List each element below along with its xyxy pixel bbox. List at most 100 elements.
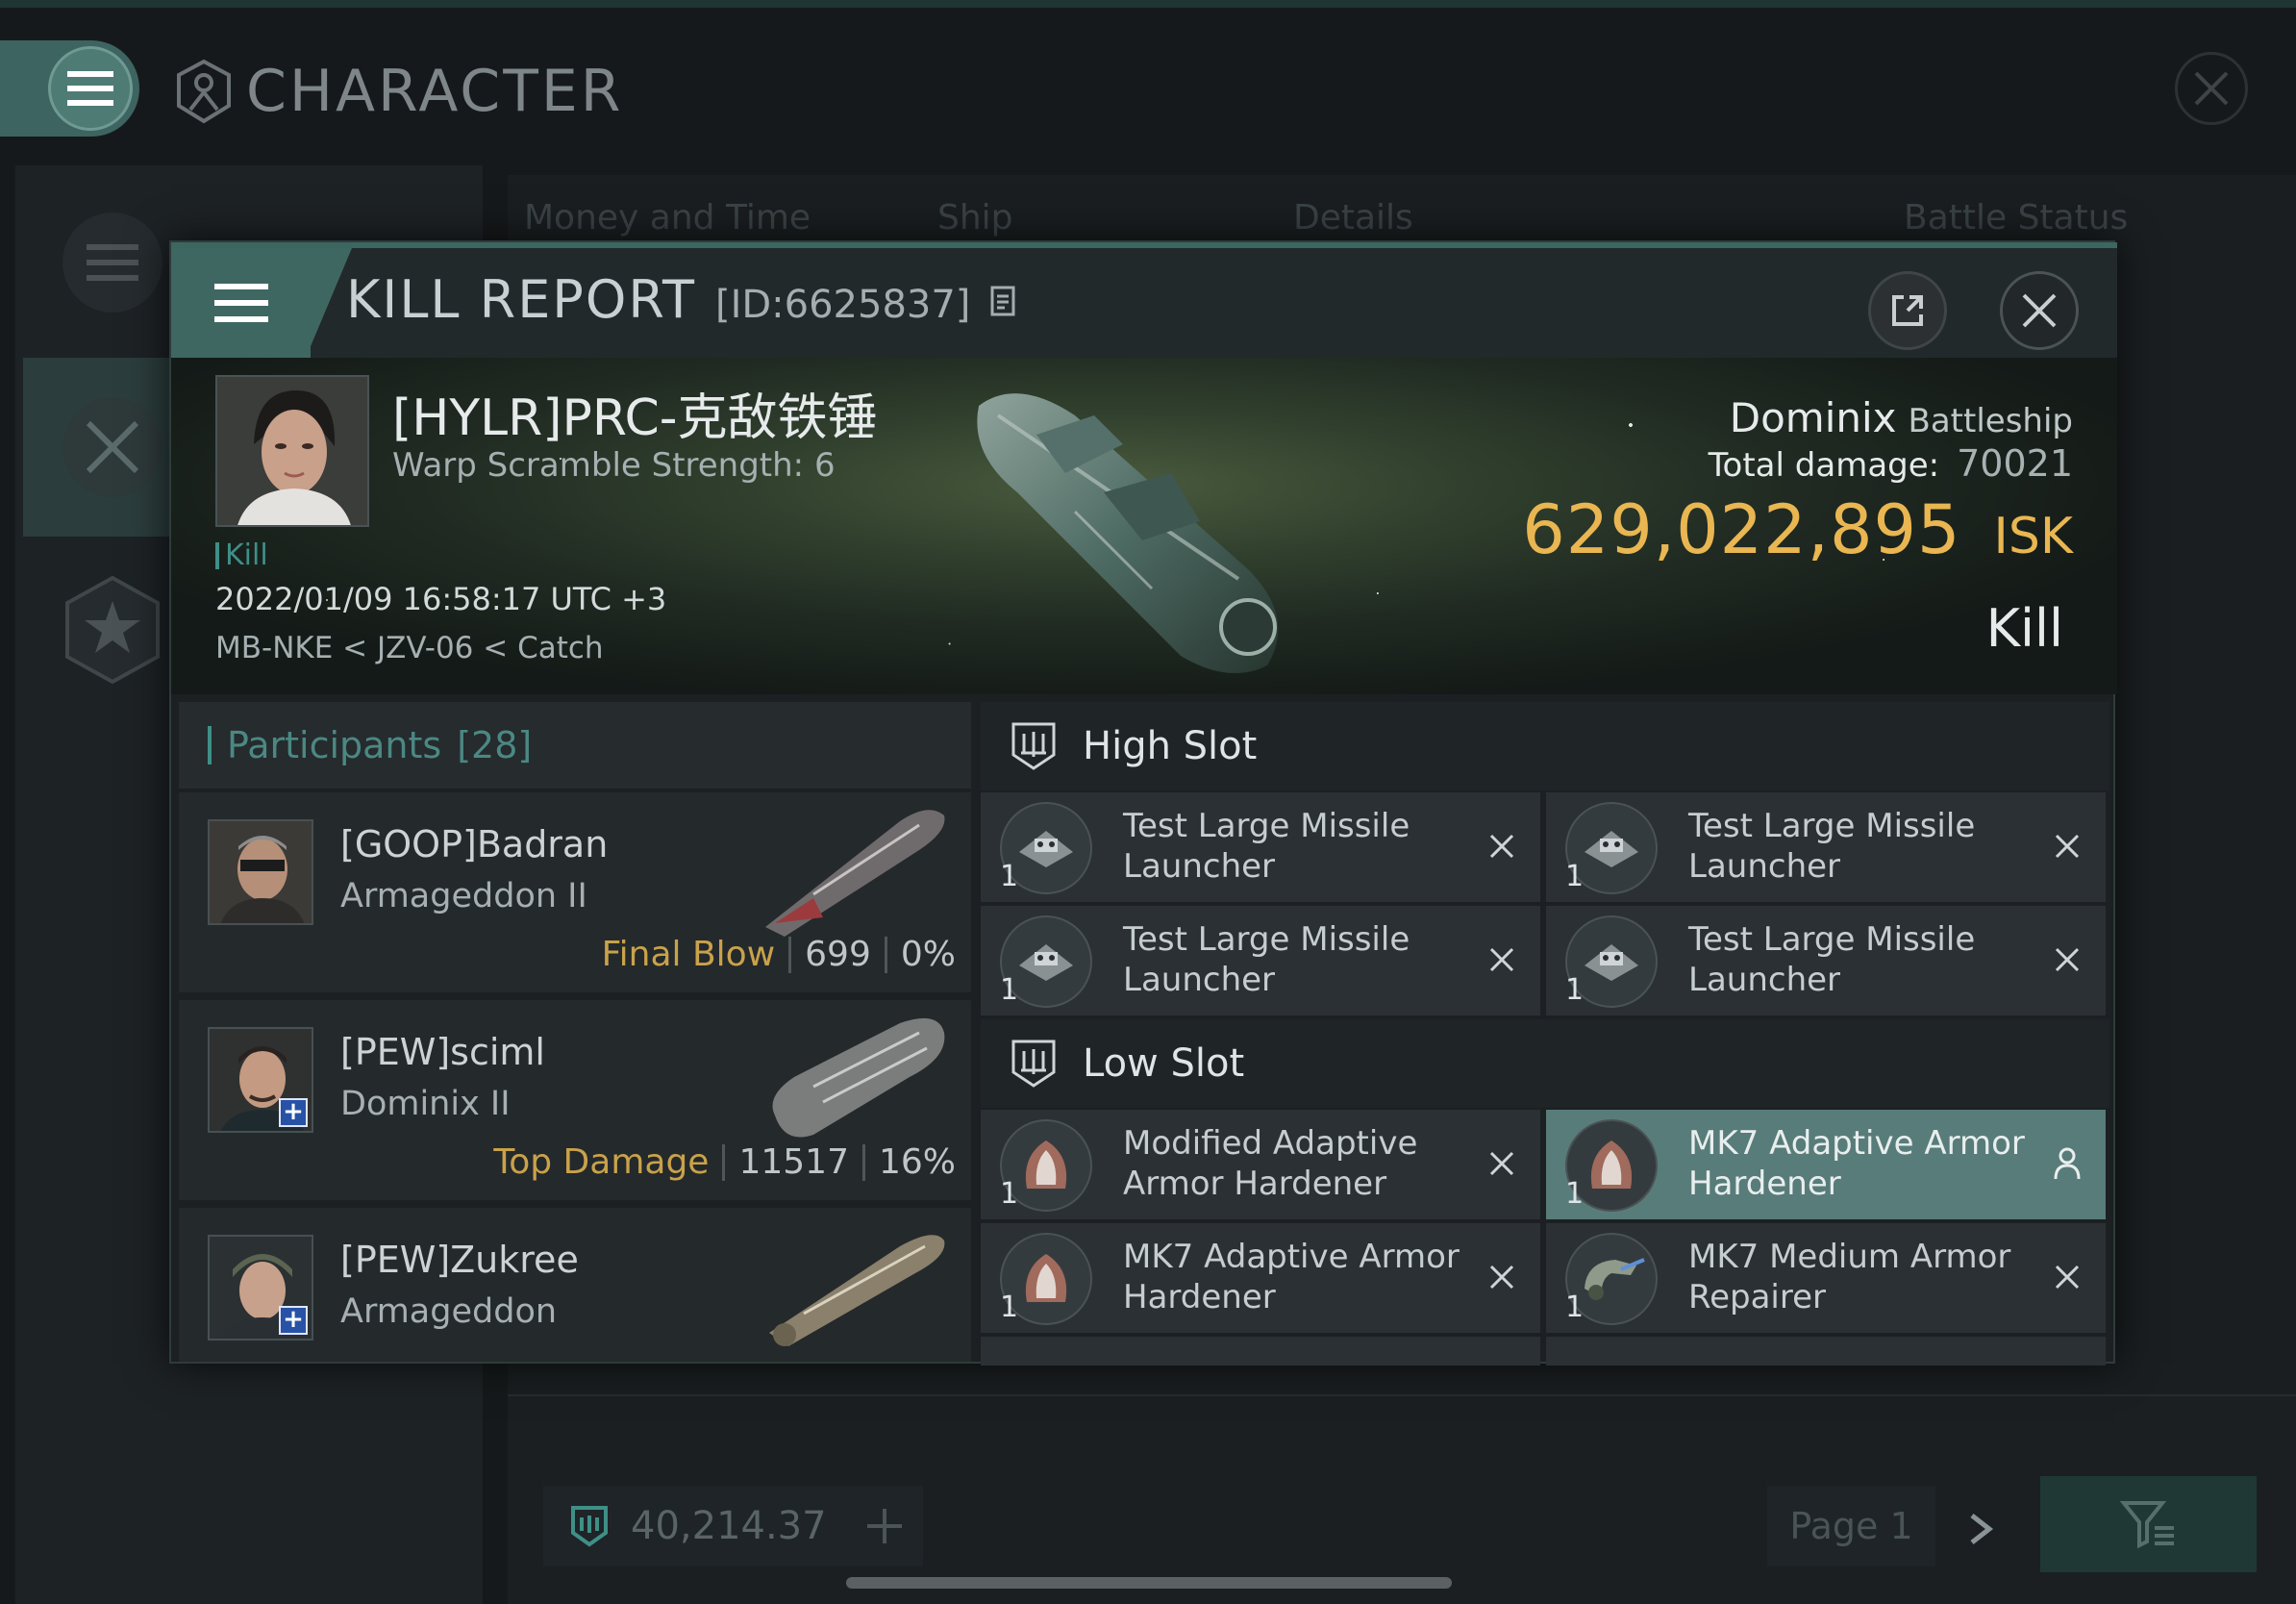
participants-accent-bar: [208, 726, 212, 764]
header-money-and-time[interactable]: Money and Time: [524, 198, 811, 238]
participant-damage-percent: 16%: [878, 1142, 956, 1182]
next-page-button[interactable]: [1952, 1500, 2009, 1558]
kill-tag-bar: [215, 541, 219, 569]
item-name: Test Large Missile Launcher: [1688, 807, 1976, 886]
participant-row[interactable]: + [PEW]sciml Dominix II Top Damage 11517…: [179, 1000, 971, 1200]
participant-name[interactable]: [PEW]sciml: [340, 1031, 545, 1073]
victim-name[interactable]: [HYLR]PRC-克敌铁锤: [392, 377, 878, 449]
more-items-cutoff: [981, 1337, 2109, 1366]
destroyed-icon: [2048, 940, 2086, 979]
victim-portrait[interactable]: [215, 375, 369, 527]
fitting-item[interactable]: 1 Test Large Missile Launcher: [1546, 906, 2106, 1015]
participant-ship-image: [756, 1217, 948, 1352]
chevron-right-icon: [1970, 1514, 1994, 1544]
participant-ship-image: [756, 1010, 948, 1144]
crossed-swords-icon: [62, 397, 162, 497]
participant-damage: 699: [805, 935, 871, 974]
armageddon-render: [769, 1235, 945, 1346]
victim-ship-name[interactable]: Dominix: [1730, 394, 1897, 441]
participant-damage-percent: 0%: [900, 935, 956, 974]
participants-label: Participants: [227, 724, 442, 766]
main-menu-button[interactable]: [48, 46, 133, 131]
participant-stats: Top Damage 11517 16%: [493, 1142, 956, 1182]
share-button[interactable]: [1868, 271, 1947, 350]
currency-display: 40,214.37: [543, 1486, 923, 1566]
kill-datetime: 2022/01/09 16:58:17 UTC +3: [215, 581, 667, 617]
item-quantity: 1: [1565, 1177, 1585, 1211]
participant-row[interactable]: [GOOP]Badran Armageddon II Final Blow 69…: [179, 792, 971, 992]
kill-location[interactable]: MB-NKE < JZV-06 < Catch: [215, 631, 604, 665]
fitting-item[interactable]: 1 Modified Adaptive Armor Hardener: [981, 1110, 1540, 1219]
participants-header[interactable]: Participants [28]: [179, 702, 971, 789]
fitting-item[interactable]: 1 MK7 Medium Armor Repairer: [1546, 1223, 2106, 1333]
high-slot-icon: [1011, 722, 1056, 770]
destroyed-icon: [1483, 1258, 1521, 1296]
warp-scramble-strength: Warp Scramble Strength: 6: [392, 446, 836, 485]
header-ship[interactable]: Ship: [937, 198, 1013, 238]
stats-separator: [884, 936, 887, 973]
rail-list-button[interactable]: [60, 210, 165, 315]
item-quantity: 1: [1000, 1291, 1019, 1324]
fitting-item-dropped[interactable]: 1 MK7 Adaptive Armor Hardener: [1546, 1110, 2106, 1219]
add-currency-icon[interactable]: [856, 1497, 913, 1555]
stats-separator: [788, 936, 792, 973]
add-contact-icon[interactable]: +: [279, 1306, 308, 1335]
filter-button[interactable]: [2040, 1476, 2257, 1572]
destroyed-icon: [1483, 827, 1521, 865]
fitting-item[interactable]: 1 Test Large Missile Launcher: [981, 792, 1540, 902]
kill-tag-text: Kill: [225, 539, 268, 572]
header-details[interactable]: Details: [1293, 198, 1413, 238]
victim-banner: [HYLR]PRC-克敌铁锤 Warp Scramble Strength: 6…: [171, 358, 2117, 694]
kill-report-menu-button[interactable]: [171, 248, 311, 358]
participant-name[interactable]: [GOOP]Badran: [340, 823, 608, 865]
participant-stats: Final Blow 699 0%: [602, 935, 956, 974]
isk-unit: ISK: [1993, 508, 2073, 565]
list-icon: [62, 213, 162, 313]
victim-ship-line: Dominix Battleship: [1730, 394, 2073, 441]
pilot-portrait-image: [217, 377, 367, 525]
item-name: Test Large Missile Launcher: [1123, 920, 1410, 999]
total-damage-line: Total damage: 70021: [1709, 442, 2073, 485]
item-name: MK7 Adaptive Armor Hardener: [1688, 1124, 2025, 1203]
high-slot-header: High Slot: [981, 702, 2109, 790]
participant-ship: Armageddon: [340, 1292, 558, 1331]
item-quantity: 1: [1565, 973, 1585, 1007]
character-close-button[interactable]: [2175, 52, 2248, 125]
fitting-item[interactable]: 1 Test Large Missile Launcher: [981, 906, 1540, 1015]
victim-ship-class: Battleship: [1908, 402, 2073, 440]
header-battle-status[interactable]: Battle Status: [1904, 198, 2128, 238]
participant-row[interactable]: + [PEW]Zukree Armageddon: [179, 1208, 971, 1362]
fitting-item[interactable]: 1 MK7 Adaptive Armor Hardener: [981, 1223, 1540, 1333]
high-slot-label: High Slot: [1083, 724, 1258, 768]
page-indicator[interactable]: Page 1: [1767, 1486, 1935, 1566]
low-slot-header: Low Slot: [981, 1019, 2109, 1108]
participant-ship-image: [756, 802, 948, 937]
participant-ship: Armageddon II: [340, 877, 587, 915]
partial-item-row: [981, 1337, 1540, 1366]
pilot-portrait-image: [210, 821, 312, 923]
participant-damage: 11517: [738, 1142, 849, 1182]
destroyed-icon: [1483, 1144, 1521, 1183]
character-title: CHARACTER: [173, 53, 623, 130]
participant-portrait: +: [208, 1235, 313, 1341]
participants-count: [28]: [457, 724, 533, 766]
kill-type-tag: Kill: [215, 539, 268, 572]
horizontal-scrollbar[interactable]: [846, 1577, 1452, 1589]
rail-favorites-button[interactable]: [60, 575, 165, 685]
participant-name[interactable]: [PEW]Zukree: [340, 1239, 579, 1281]
add-contact-icon[interactable]: +: [279, 1098, 308, 1127]
copy-icon[interactable]: [989, 285, 1016, 317]
item-name: Test Large Missile Launcher: [1123, 807, 1410, 886]
rail-combat-button[interactable]: [60, 394, 165, 500]
kill-report-close-button[interactable]: [2000, 271, 2079, 350]
fitting-item[interactable]: 1 Test Large Missile Launcher: [1546, 792, 2106, 902]
total-damage-value: 70021: [1957, 442, 2073, 485]
battleship-render: [977, 393, 1279, 673]
top-accent-line: [0, 0, 2296, 8]
participant-ship: Dominix II: [340, 1085, 511, 1123]
total-damage-label: Total damage:: [1708, 446, 1940, 485]
hamburger-icon: [213, 284, 268, 322]
isk-value-line: 629,022,895 ISK: [1522, 490, 2073, 569]
header-slash-decoration: [306, 248, 352, 358]
kill-report-title: KILL REPORT [ID:6625837]: [346, 269, 1016, 330]
